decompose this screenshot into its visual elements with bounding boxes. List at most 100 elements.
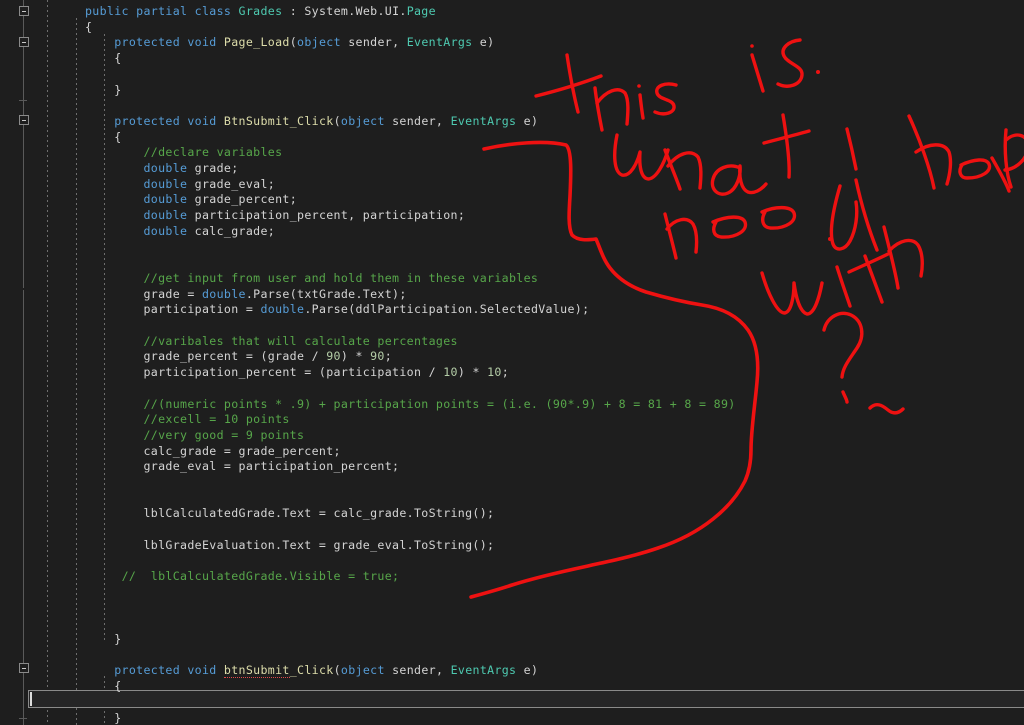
code-line[interactable]: double grade; [85,161,239,177]
code-token: { [85,51,122,66]
code-token: //excell = 10 points [143,412,290,427]
code-line[interactable]: grade = double.Parse(txtGrade.Text); [85,287,407,303]
code-token: e) [516,113,539,128]
code-text-area[interactable]: public partial class Grades : System.Web… [0,0,1024,725]
code-token: partial [136,4,195,18]
code-token: Page [406,4,436,18]
code-token: grade_eval = participation_percent; [85,459,400,474]
code-token: class [194,4,239,18]
code-line[interactable]: //very good = 9 points [85,428,304,444]
code-token: grade = [85,286,202,301]
code-line[interactable]: protected void btnSubmit_Click(object se… [85,663,538,679]
code-token: void [187,113,224,128]
code-token: object [297,35,341,50]
code-token: participation = [85,302,261,317]
code-token: ; [384,349,393,364]
code-token: grade_percent; [187,192,298,207]
code-line[interactable]: } [85,711,122,725]
code-token: //(numeric points * .9) + participation … [143,396,736,411]
code-line[interactable]: //varibales that will calculate percenta… [85,334,458,350]
code-line[interactable]: //excell = 10 points [85,412,290,428]
code-token: double [143,161,188,175]
code-token: sender, [384,113,451,128]
code-line[interactable]: double calc_grade; [85,224,275,240]
code-token: grade_percent = (grade / [85,349,327,364]
code-line[interactable]: // lblCalculatedGrade.Visible = true; [85,569,399,585]
code-line[interactable]: //declare variables [85,145,282,161]
code-line[interactable]: double grade_eval; [85,177,275,193]
code-line[interactable]: { [85,130,122,146]
code-token: //declare variables [143,145,283,160]
code-token: // lblCalculatedGrade.Visible = true; [121,569,400,584]
code-token: double [143,208,188,223]
code-token: void [187,663,224,678]
code-token: calc_grade = grade_percent; [85,443,341,458]
code-line[interactable]: protected void Page_Load(object sender, … [85,35,494,51]
code-line[interactable]: grade_percent = (grade / 90) * 90; [85,349,392,365]
code-token: double [143,192,188,207]
code-token: //very good = 9 points [143,427,305,442]
code-token: 90 [370,349,385,364]
code-token: 10 [487,365,502,380]
code-line[interactable]: { [85,51,122,67]
code-token: double [260,302,305,317]
code-token: lblCalculatedGrade.Text = calc_grade.ToS… [85,506,495,521]
code-token: participation_percent = (participation / [85,365,444,380]
code-line[interactable]: //get input from user and hold them in t… [85,271,538,287]
code-token: .Parse(txtGrade.Text); [245,286,407,301]
code-token: ( [289,35,298,50]
code-token: protected [114,35,188,50]
code-line[interactable]: //(numeric points * .9) + participation … [85,397,736,413]
code-token: EventArgs [450,113,517,128]
code-line[interactable]: double participation_percent, participat… [85,208,465,224]
error-squiggle-token: btnSubmit [223,663,290,679]
code-token: public [85,4,137,18]
code-token: double [201,286,246,301]
code-token: Page_Load [223,35,290,50]
code-line[interactable]: participation = double.Parse(ddlParticip… [85,302,589,318]
code-token: protected [114,113,188,128]
code-line[interactable]: grade_eval = participation_percent; [85,459,399,475]
code-token: } [85,710,122,725]
code-token: _Click [289,663,334,678]
code-token: double [143,176,188,191]
code-token: ) * [457,365,488,380]
code-line[interactable]: double grade_percent; [85,192,297,208]
code-line[interactable]: protected void BtnSubmit_Click(object se… [85,114,538,130]
code-editor-window: public partial class Grades : System.Web… [0,0,1024,725]
code-token: ( [333,663,341,678]
code-token: protected [114,663,188,678]
code-line[interactable]: participation_percent = (participation /… [85,365,509,381]
code-token: EventArgs [406,35,473,50]
code-token: lblGradeEvaluation.Text = grade_eval.ToS… [85,537,495,552]
code-line[interactable]: public partial class Grades : System.Web… [85,4,436,20]
code-token: EventArgs [450,663,517,678]
code-token: object [340,113,385,128]
code-line[interactable]: } [85,632,122,648]
code-token: grade_eval; [187,176,276,191]
code-line[interactable]: lblGradeEvaluation.Text = grade_eval.ToS… [85,538,494,554]
code-line[interactable]: { [85,679,122,695]
code-token: double [143,223,188,238]
code-line[interactable]: { [85,20,92,36]
code-token: object [340,663,385,678]
code-token: e) [472,35,495,50]
code-line[interactable]: calc_grade = grade_percent; [85,444,341,460]
code-token: participation_percent, participation; [187,208,466,223]
code-line[interactable]: } [85,83,122,99]
code-token: void [187,35,224,50]
code-token: ( [333,113,341,128]
code-token: 10 [443,365,458,380]
code-line[interactable]: lblCalculatedGrade.Text = calc_grade.ToS… [85,506,494,522]
code-token: Grades [238,4,283,18]
